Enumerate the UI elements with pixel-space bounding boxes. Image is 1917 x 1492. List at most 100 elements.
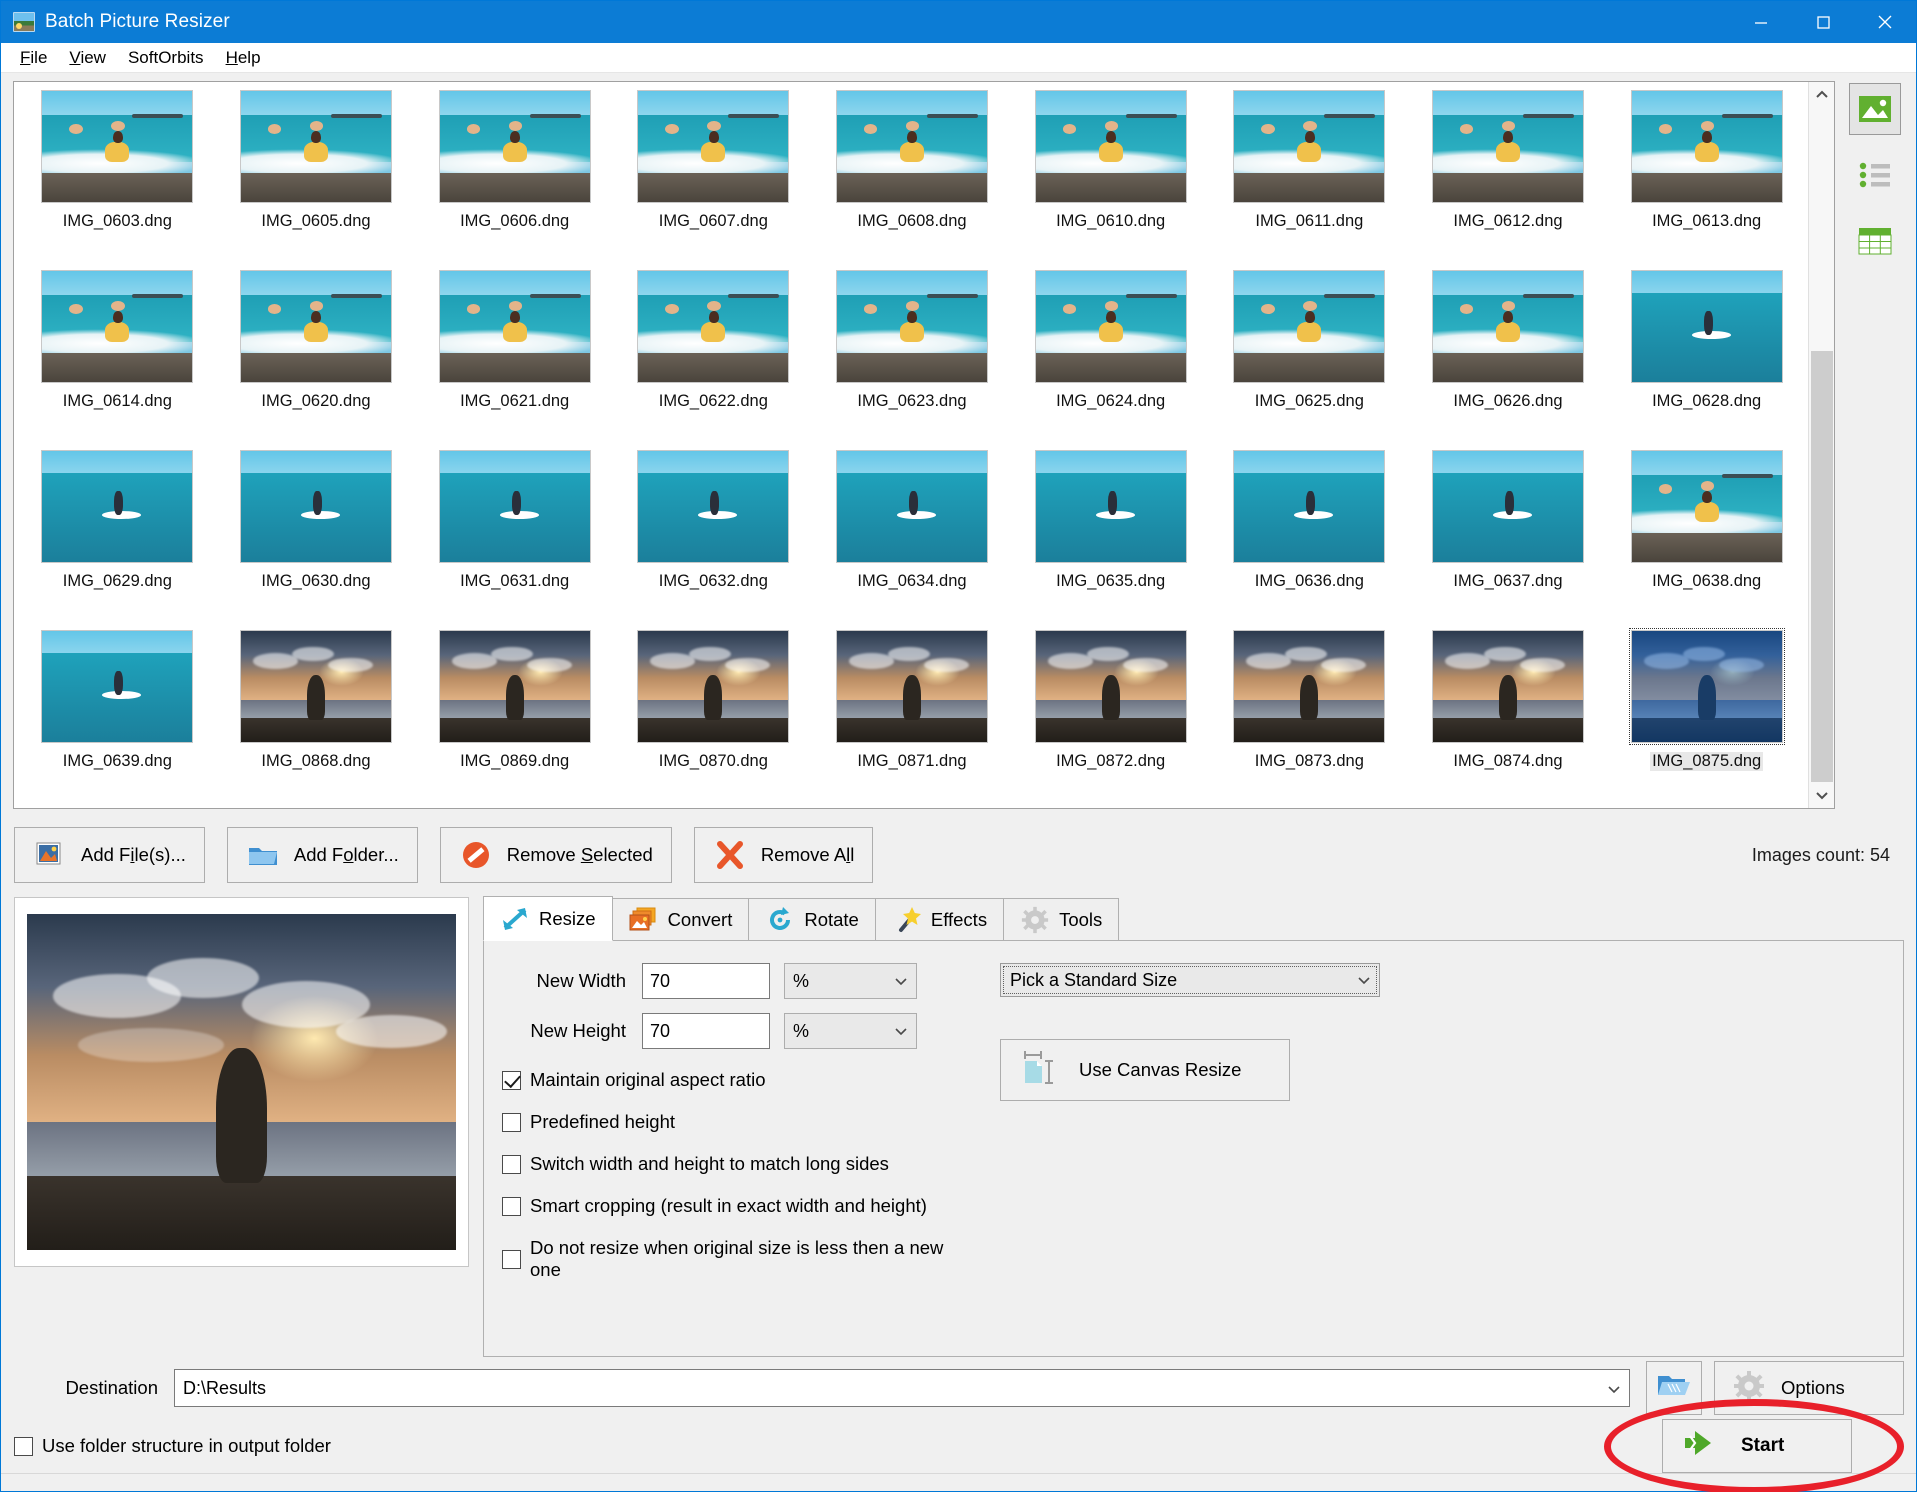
resize-option-checkbox[interactable]: Maintain original aspect ratio <box>502 1069 972 1091</box>
thumbnail-item[interactable]: IMG_0634.dng <box>813 446 1012 626</box>
menu-view[interactable]: View <box>58 44 117 72</box>
thumbnail-image[interactable] <box>1631 270 1783 383</box>
scroll-down-arrow-icon[interactable] <box>1809 782 1835 808</box>
thumbnail-item[interactable]: IMG_0629.dng <box>18 446 217 626</box>
maximize-button[interactable] <box>1792 1 1854 43</box>
thumbnail-image[interactable] <box>41 630 193 743</box>
thumbnail-item[interactable]: IMG_0637.dng <box>1409 446 1608 626</box>
resize-option-checkbox[interactable]: Switch width and height to match long si… <box>502 1153 972 1175</box>
thumbnail-image[interactable] <box>836 450 988 563</box>
thumbnails-panel[interactable]: IMG_0603.dngIMG_0605.dngIMG_0606.dngIMG_… <box>13 81 1835 809</box>
new-height-input[interactable] <box>642 1013 770 1049</box>
tab-resize[interactable]: Resize <box>483 896 613 941</box>
thumbnail-item[interactable]: IMG_0610.dng <box>1011 86 1210 266</box>
menu-help[interactable]: Help <box>215 44 272 72</box>
thumbnail-item[interactable]: IMG_0612.dng <box>1409 86 1608 266</box>
tab-tools[interactable]: Tools <box>1003 898 1119 940</box>
thumbnail-item[interactable]: IMG_0873.dng <box>1210 626 1409 806</box>
tab-convert[interactable]: Convert <box>612 898 750 940</box>
thumbnail-item[interactable]: IMG_0875.dng <box>1607 626 1806 806</box>
thumbnail-item[interactable]: IMG_0607.dng <box>614 86 813 266</box>
scrollbar-track[interactable] <box>1809 108 1835 782</box>
thumbnail-image[interactable] <box>637 270 789 383</box>
thumbnail-item[interactable]: IMG_0870.dng <box>614 626 813 806</box>
add-folder-button[interactable]: Add Folder... <box>227 827 418 883</box>
thumbnail-item[interactable]: IMG_0626.dng <box>1409 266 1608 446</box>
chevron-down-icon[interactable] <box>1607 1378 1621 1399</box>
thumbnail-image[interactable] <box>1631 90 1783 203</box>
scrollbar-thumb[interactable] <box>1811 351 1833 782</box>
thumbnail-image[interactable] <box>836 270 988 383</box>
new-height-unit-select[interactable]: % <box>784 1013 917 1049</box>
thumbnail-item[interactable]: IMG_0603.dng <box>18 86 217 266</box>
thumbnail-image[interactable] <box>1631 450 1783 563</box>
thumbnail-image[interactable] <box>1035 270 1187 383</box>
thumbnail-item[interactable]: IMG_0623.dng <box>813 266 1012 446</box>
thumbnails-scrollbar[interactable] <box>1808 82 1834 808</box>
thumbnail-item[interactable]: IMG_0631.dng <box>415 446 614 626</box>
thumbnail-item[interactable]: IMG_0621.dng <box>415 266 614 446</box>
thumbnail-item[interactable]: IMG_0611.dng <box>1210 86 1409 266</box>
resize-option-checkbox[interactable]: Do not resize when original size is less… <box>502 1237 972 1281</box>
thumbnail-item[interactable]: IMG_0635.dng <box>1011 446 1210 626</box>
tab-rotate[interactable]: Rotate <box>748 898 876 940</box>
resize-option-checkbox[interactable]: Smart cropping (result in exact width an… <box>502 1195 972 1217</box>
new-width-input[interactable] <box>642 963 770 999</box>
thumbnail-image[interactable] <box>439 630 591 743</box>
thumbnail-image[interactable] <box>1432 90 1584 203</box>
thumbnail-image[interactable] <box>439 450 591 563</box>
new-width-unit-select[interactable]: % <box>784 963 917 999</box>
thumbnail-item[interactable]: IMG_0638.dng <box>1607 446 1806 626</box>
thumbnail-image[interactable] <box>240 90 392 203</box>
thumbnail-image[interactable] <box>1035 90 1187 203</box>
thumbnail-image[interactable] <box>836 90 988 203</box>
thumbnail-item[interactable]: IMG_0874.dng <box>1409 626 1608 806</box>
thumbnail-item[interactable]: IMG_0622.dng <box>614 266 813 446</box>
thumbnail-image[interactable] <box>41 270 193 383</box>
menu-file[interactable]: File <box>9 44 58 72</box>
thumbnail-image[interactable] <box>1233 90 1385 203</box>
thumbnail-item[interactable]: IMG_0614.dng <box>18 266 217 446</box>
minimize-button[interactable] <box>1730 1 1792 43</box>
thumbnail-image[interactable] <box>1035 630 1187 743</box>
destination-input[interactable]: D:\Results <box>174 1369 1630 1407</box>
thumbnail-image[interactable] <box>1432 630 1584 743</box>
thumbnail-item[interactable]: IMG_0606.dng <box>415 86 614 266</box>
browse-folder-button[interactable] <box>1646 1361 1702 1415</box>
thumbnail-image[interactable] <box>1432 450 1584 563</box>
thumbnail-image[interactable] <box>1233 270 1385 383</box>
tab-effects[interactable]: Effects <box>875 898 1004 940</box>
thumbnail-item[interactable]: IMG_0639.dng <box>18 626 217 806</box>
remove-all-button[interactable]: Remove All <box>694 827 874 883</box>
thumbnail-image[interactable] <box>240 630 392 743</box>
list-view-button[interactable] <box>1849 149 1901 201</box>
thumbnail-image[interactable] <box>41 90 193 203</box>
detail-view-button[interactable] <box>1849 215 1901 267</box>
thumbnail-item[interactable]: IMG_0871.dng <box>813 626 1012 806</box>
thumbnail-image[interactable] <box>240 450 392 563</box>
thumbnail-item[interactable]: IMG_0608.dng <box>813 86 1012 266</box>
thumbnail-item[interactable]: IMG_0628.dng <box>1607 266 1806 446</box>
thumbnail-image[interactable] <box>1035 450 1187 563</box>
close-button[interactable] <box>1854 1 1916 43</box>
options-button[interactable]: Options <box>1714 1361 1904 1415</box>
thumbnail-item[interactable]: IMG_0636.dng <box>1210 446 1409 626</box>
thumbnail-image[interactable] <box>1631 630 1783 743</box>
thumbnail-item[interactable]: IMG_0632.dng <box>614 446 813 626</box>
thumbnail-image[interactable] <box>836 630 988 743</box>
thumbnail-image[interactable] <box>1432 270 1584 383</box>
thumbnail-image[interactable] <box>240 270 392 383</box>
thumbnail-image[interactable] <box>439 90 591 203</box>
thumbnail-image[interactable] <box>1233 450 1385 563</box>
thumbnail-view-button[interactable] <box>1849 83 1901 135</box>
menu-softorbits[interactable]: SoftOrbits <box>117 44 215 72</box>
thumbnail-item[interactable]: IMG_0624.dng <box>1011 266 1210 446</box>
start-button[interactable]: Start <box>1662 1419 1852 1473</box>
thumbnail-image[interactable] <box>439 270 591 383</box>
thumbnail-image[interactable] <box>1233 630 1385 743</box>
add-files-button[interactable]: Add File(s)... <box>14 827 205 883</box>
use-folder-structure-checkbox[interactable]: Use folder structure in output folder <box>14 1435 331 1457</box>
remove-selected-button[interactable]: Remove Selected <box>440 827 672 883</box>
thumbnail-image[interactable] <box>637 90 789 203</box>
thumbnail-item[interactable]: IMG_0605.dng <box>217 86 416 266</box>
